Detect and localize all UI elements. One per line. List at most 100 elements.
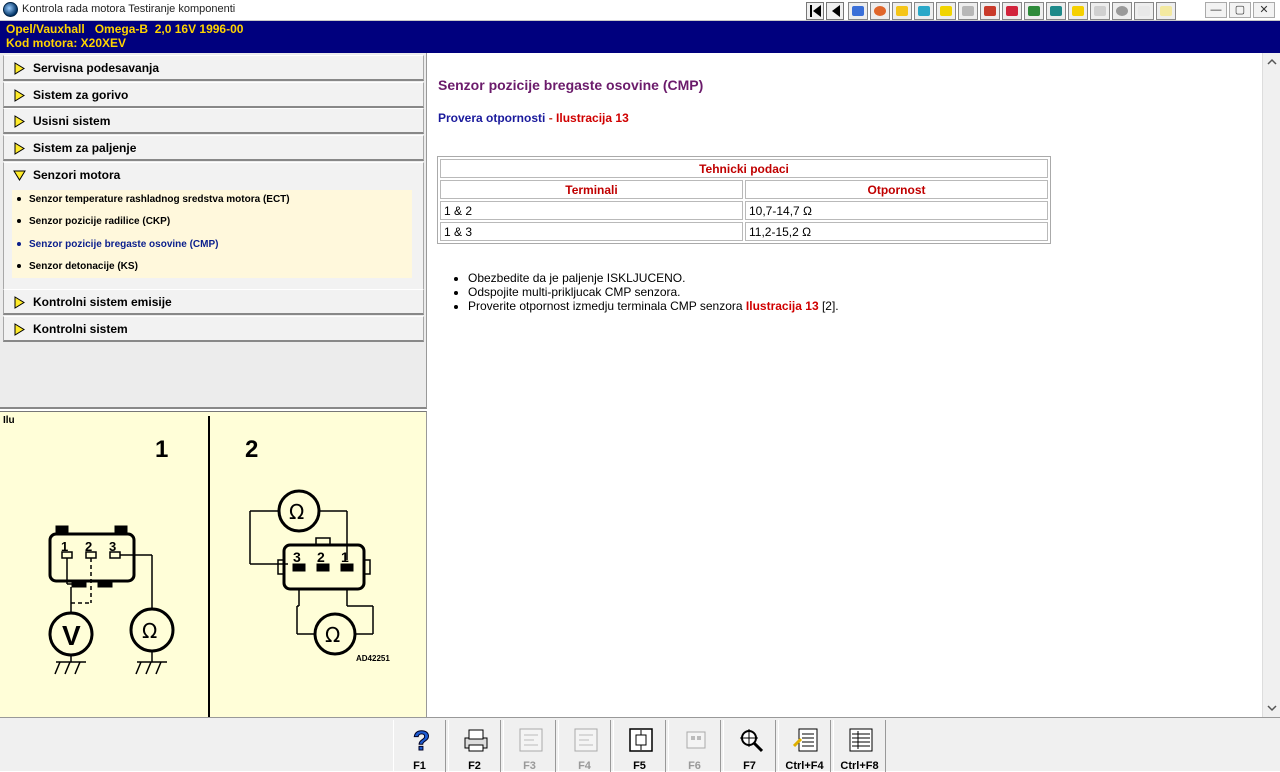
app-globe-icon bbox=[3, 2, 18, 17]
zoom-icon bbox=[740, 729, 764, 753]
nav-section-control-system[interactable]: Kontrolni sistem bbox=[3, 316, 424, 342]
chevron-up-icon bbox=[1267, 58, 1277, 65]
scroll-down-button[interactable] bbox=[1264, 700, 1280, 716]
table-caption: Tehnicki podaci bbox=[440, 159, 1048, 178]
exit-icon[interactable] bbox=[1156, 2, 1176, 20]
zoom-button[interactable]: F7 bbox=[723, 720, 776, 772]
nav-section-fuel-system[interactable]: Sistem za gorivo bbox=[3, 82, 424, 108]
printer-icon bbox=[464, 729, 488, 752]
close-button[interactable]: ✕ bbox=[1253, 2, 1275, 18]
illustration-link[interactable]: Ilustracija 13 bbox=[746, 299, 819, 313]
spec-table: Tehnicki podaci Terminali Otpornost 1 & … bbox=[437, 156, 1051, 244]
first-page-button[interactable] bbox=[806, 2, 824, 20]
diagram-icon bbox=[519, 728, 543, 752]
svg-text:?: ? bbox=[413, 726, 430, 754]
cards-icon[interactable] bbox=[1002, 2, 1022, 20]
nav-section-label: Sistem za gorivo bbox=[33, 88, 129, 102]
list-item: Obezbedite da je paljenje ISKLJUCENO. bbox=[468, 271, 839, 285]
nav-section-service-settings[interactable]: Servisna podesavanja bbox=[3, 55, 424, 81]
nav-section-emission-control[interactable]: Kontrolni sistem emisije bbox=[3, 289, 424, 315]
page-title: Senzor pozicije bregaste osovine (CMP) bbox=[438, 77, 704, 93]
maximize-button[interactable]: ▢ bbox=[1229, 2, 1251, 18]
arrow-right-icon bbox=[14, 89, 25, 102]
svg-text:V: V bbox=[62, 620, 81, 651]
list-item: Odspojite multi-prikljucak CMP senzora. bbox=[468, 285, 839, 299]
column-header: Terminali bbox=[440, 180, 743, 199]
chip-icon[interactable] bbox=[1024, 2, 1044, 20]
notes-icon bbox=[793, 728, 818, 752]
svg-text:1: 1 bbox=[61, 539, 68, 554]
gear-icon[interactable] bbox=[1068, 2, 1088, 20]
arrow-down-icon bbox=[13, 170, 26, 181]
svg-text:Ω: Ω bbox=[325, 623, 340, 647]
arrow-right-icon bbox=[14, 296, 25, 309]
tools-icon[interactable] bbox=[1046, 2, 1066, 20]
instruction-list: Obezbedite da je paljenje ISKLJUCENO. Od… bbox=[468, 271, 839, 313]
svg-text:Ω: Ω bbox=[289, 500, 304, 524]
illustration-panel: Ilu 1 2 1 2 3 V Ω 3 2 1 Ω Ω AD42251 bbox=[0, 411, 427, 718]
vehicle-info-bar: Opel/Vauxhall Omega-B 2,0 16V 1996-00 Ko… bbox=[0, 21, 1280, 53]
test-heading: Provera otpornosti - Ilustracija 13 bbox=[438, 111, 629, 125]
diagram-icon bbox=[574, 728, 598, 752]
wiring-diagram: 1 2 1 2 3 V Ω 3 2 1 Ω Ω AD42251 bbox=[48, 416, 390, 718]
sub-item-ect[interactable]: Senzor temperature rashladnog sredstva m… bbox=[17, 194, 290, 205]
list-icon[interactable] bbox=[936, 2, 956, 20]
graph-icon[interactable] bbox=[848, 2, 868, 20]
nav-section-label: Kontrolni sistem emisije bbox=[33, 295, 172, 309]
notes-button[interactable]: Ctrl+F4 bbox=[778, 720, 831, 772]
svg-text:2: 2 bbox=[85, 539, 92, 554]
function-key-bar: ? F1 F2 F3 F4 F5 F6 F7 Ctrl+F4 Ctrl+F8 bbox=[0, 717, 1280, 772]
svg-text:2: 2 bbox=[317, 549, 325, 565]
list-button[interactable]: Ctrl+F8 bbox=[833, 720, 886, 772]
stop-icon[interactable] bbox=[1112, 2, 1132, 20]
globe-icon[interactable] bbox=[870, 2, 890, 20]
gauge-icon[interactable] bbox=[914, 2, 934, 20]
vehicle-model: Opel/Vauxhall Omega-B 2,0 16V 1996-00 bbox=[6, 22, 244, 36]
nav-section-label: Senzori motora bbox=[33, 168, 121, 182]
table-cell: 1 & 3 bbox=[440, 222, 743, 241]
scroll-up-button[interactable] bbox=[1264, 54, 1280, 70]
f6-button[interactable]: F6 bbox=[668, 720, 721, 772]
svg-text:3: 3 bbox=[293, 549, 301, 565]
vertical-scrollbar[interactable] bbox=[1262, 53, 1280, 717]
arrow-right-icon bbox=[14, 323, 25, 336]
table-row: 1 & 3 11,2-15,2 Ω bbox=[440, 222, 1048, 241]
f3-button[interactable]: F3 bbox=[503, 720, 556, 772]
car-icon[interactable] bbox=[980, 2, 1000, 20]
f4-button[interactable]: F4 bbox=[558, 720, 611, 772]
document-icon[interactable] bbox=[958, 2, 978, 20]
column-header: Otpornost bbox=[745, 180, 1048, 199]
sub-item-ks[interactable]: Senzor detonacije (KS) bbox=[17, 261, 138, 272]
title-bar: Kontrola rada motora Testiranje komponen… bbox=[0, 0, 1280, 21]
print-button[interactable]: F2 bbox=[448, 720, 501, 772]
table-cell: 11,2-15,2 Ω bbox=[745, 222, 1048, 241]
nav-section-ignition-system[interactable]: Sistem za paljenje bbox=[3, 135, 424, 161]
sensor-submenu: Senzor temperature rashladnog sredstva m… bbox=[12, 190, 412, 278]
connector-icon bbox=[686, 731, 706, 749]
connector-2 bbox=[249, 489, 374, 656]
nav-section-label: Usisni sistem bbox=[33, 114, 111, 128]
arrow-right-icon bbox=[14, 142, 25, 155]
f5-button[interactable]: F5 bbox=[613, 720, 666, 772]
svg-text:1: 1 bbox=[155, 436, 168, 463]
svg-text:Ω: Ω bbox=[142, 619, 157, 643]
sub-item-ckp[interactable]: Senzor pozicije radilice (CKP) bbox=[17, 216, 170, 227]
illustration-link[interactable]: Ilustracija 13 bbox=[556, 111, 629, 125]
wrench-icon[interactable] bbox=[892, 2, 912, 20]
sub-item-cmp[interactable]: Senzor pozicije bregaste osovine (CMP) bbox=[17, 239, 218, 250]
book-icon[interactable] bbox=[1134, 2, 1154, 20]
component-icon bbox=[629, 728, 653, 752]
table-cell: 10,7-14,7 Ω bbox=[745, 201, 1048, 220]
warning-icon[interactable] bbox=[1090, 2, 1110, 20]
previous-page-button[interactable] bbox=[826, 2, 844, 20]
svg-text:2: 2 bbox=[245, 436, 258, 463]
window-title: Kontrola rada motora Testiranje komponen… bbox=[22, 3, 236, 15]
nav-section-label: Sistem za paljenje bbox=[33, 141, 137, 155]
nav-section-intake-system[interactable]: Usisni sistem bbox=[3, 108, 424, 134]
svg-text:3: 3 bbox=[109, 539, 116, 554]
toolbar bbox=[848, 2, 1178, 20]
help-button[interactable]: ? F1 bbox=[393, 720, 446, 772]
arrow-right-icon bbox=[14, 115, 25, 128]
list-icon bbox=[849, 728, 873, 752]
minimize-button[interactable]: — bbox=[1205, 2, 1227, 18]
